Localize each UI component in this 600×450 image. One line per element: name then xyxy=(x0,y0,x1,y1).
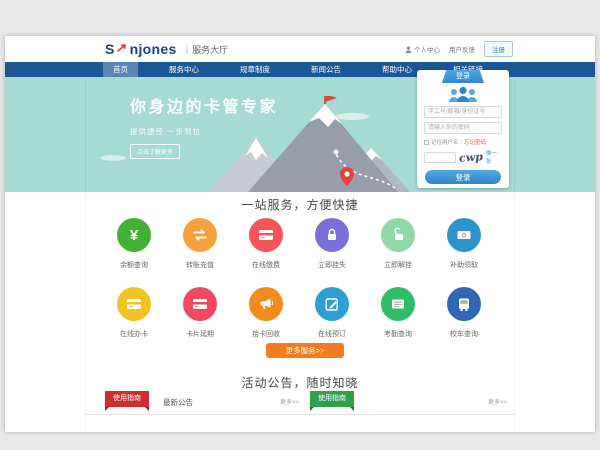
logo-text-prefix: S xyxy=(105,41,115,57)
username-input[interactable] xyxy=(424,106,502,118)
unlock-icon xyxy=(381,218,415,252)
site-name: 服务大厅 xyxy=(192,43,228,56)
transfer-arrows-icon xyxy=(183,218,217,252)
container-guide-left xyxy=(85,77,86,432)
services-grid: ¥ 余额查询 转账充值 在线缴费 立即挂失 xyxy=(101,218,499,339)
nav-item-rules[interactable]: 规章制度 xyxy=(230,62,280,77)
login-panel: 登录 记住用户名 | 忘记密码 cwp 换一张 登录 xyxy=(417,70,509,188)
personal-center-link[interactable]: 个人中心 xyxy=(405,44,440,54)
cloud-decoration xyxy=(100,155,126,161)
person-icon xyxy=(405,46,412,53)
hero-subtitle: 提供捷径 一步到位 xyxy=(130,126,278,137)
forgot-password-link[interactable]: 忘记密码 xyxy=(464,138,486,146)
more-link-left[interactable]: 更多>> xyxy=(280,393,299,413)
announcements-header-row: 使用指南 最新公告 更多>> 使用指南 更多>> xyxy=(85,393,515,415)
service-card-renewal[interactable]: 卡片延期 xyxy=(167,287,233,339)
captcha-refresh-link[interactable]: 换一张 xyxy=(486,149,502,165)
service-online-payment[interactable]: 在线缴费 xyxy=(233,218,299,270)
login-button[interactable]: 登录 xyxy=(425,170,501,184)
banknote-icon xyxy=(447,218,481,252)
logo-arrow-icon xyxy=(117,40,128,58)
usage-guide-ribbon-left[interactable]: 使用指南 xyxy=(105,391,149,407)
hero-cta-button[interactable]: 点击了解更多 xyxy=(130,144,180,159)
webpage: S njones | 服务大厅 个人中心 用户反馈 注册 首页 服务中心 规章制… xyxy=(5,36,595,432)
user-feedback-link[interactable]: 用户反馈 xyxy=(449,44,475,54)
service-subsidy-collect[interactable]: 补助领取 xyxy=(431,218,497,270)
announcements-section-title: 活动公告，随时知晓 xyxy=(5,374,595,391)
card-icon xyxy=(249,218,283,252)
login-tab[interactable]: 登录 xyxy=(442,70,484,83)
service-lost-card-return[interactable]: 拾卡回收 xyxy=(233,287,299,339)
nav-item-news[interactable]: 新闻公告 xyxy=(301,62,351,77)
nav-item-home[interactable]: 首页 xyxy=(103,62,138,77)
yen-icon: ¥ xyxy=(117,218,151,252)
hero-copy: 你身边的卡管专家 提供捷径 一步到位 点击了解更多 xyxy=(130,93,278,159)
service-release-loss[interactable]: 立即解挂 xyxy=(365,218,431,270)
service-online-booking[interactable]: 在线预订 xyxy=(299,287,365,339)
logo-text-suffix: njones xyxy=(130,41,177,57)
captcha-input[interactable] xyxy=(424,152,456,163)
logo[interactable]: S njones | 服务大厅 xyxy=(105,40,228,58)
design-canvas: S njones | 服务大厅 个人中心 用户反馈 注册 首页 服务中心 规章制… xyxy=(0,0,600,450)
service-schoolbus-query[interactable]: 校车查询 xyxy=(431,287,497,339)
more-services-button[interactable]: 更多服务>> xyxy=(266,343,344,358)
remember-label: 记住用户名 xyxy=(431,138,459,146)
users-group-icon xyxy=(417,86,509,102)
hero-title: 你身边的卡管专家 xyxy=(130,93,278,117)
divider: | xyxy=(461,139,462,145)
nav-item-help[interactable]: 帮助中心 xyxy=(372,62,422,77)
site-header: S njones | 服务大厅 个人中心 用户反馈 注册 xyxy=(85,36,515,62)
header-links: 个人中心 用户反馈 注册 xyxy=(405,41,513,57)
service-balance-query[interactable]: ¥ 余额查询 xyxy=(101,218,167,270)
captcha-image[interactable]: cwp xyxy=(459,150,484,165)
service-attendance-query[interactable]: 考勤查询 xyxy=(365,287,431,339)
register-button[interactable]: 注册 xyxy=(484,41,513,57)
more-link-right[interactable]: 更多>> xyxy=(488,393,507,413)
remember-checkbox[interactable] xyxy=(424,140,429,145)
logo-divider: | xyxy=(186,44,189,55)
service-report-loss[interactable]: 立即挂失 xyxy=(299,218,365,270)
latest-announcements-tab[interactable]: 最新公告 xyxy=(163,393,193,413)
list-icon xyxy=(381,287,415,321)
card-icon xyxy=(117,287,151,321)
edit-icon xyxy=(315,287,349,321)
nav-item-service-center[interactable]: 服务中心 xyxy=(159,62,209,77)
bus-icon xyxy=(447,287,481,321)
services-section-title: 一站服务，方便快捷 xyxy=(5,196,595,213)
service-online-card-apply[interactable]: 在线办卡 xyxy=(101,287,167,339)
usage-guide-ribbon-right[interactable]: 使用指南 xyxy=(310,391,354,407)
password-input[interactable] xyxy=(424,122,502,134)
service-transfer-recharge[interactable]: 转账充值 xyxy=(167,218,233,270)
card-icon xyxy=(183,287,217,321)
megaphone-icon xyxy=(249,287,283,321)
lock-icon xyxy=(315,218,349,252)
container-guide-right xyxy=(514,77,515,432)
